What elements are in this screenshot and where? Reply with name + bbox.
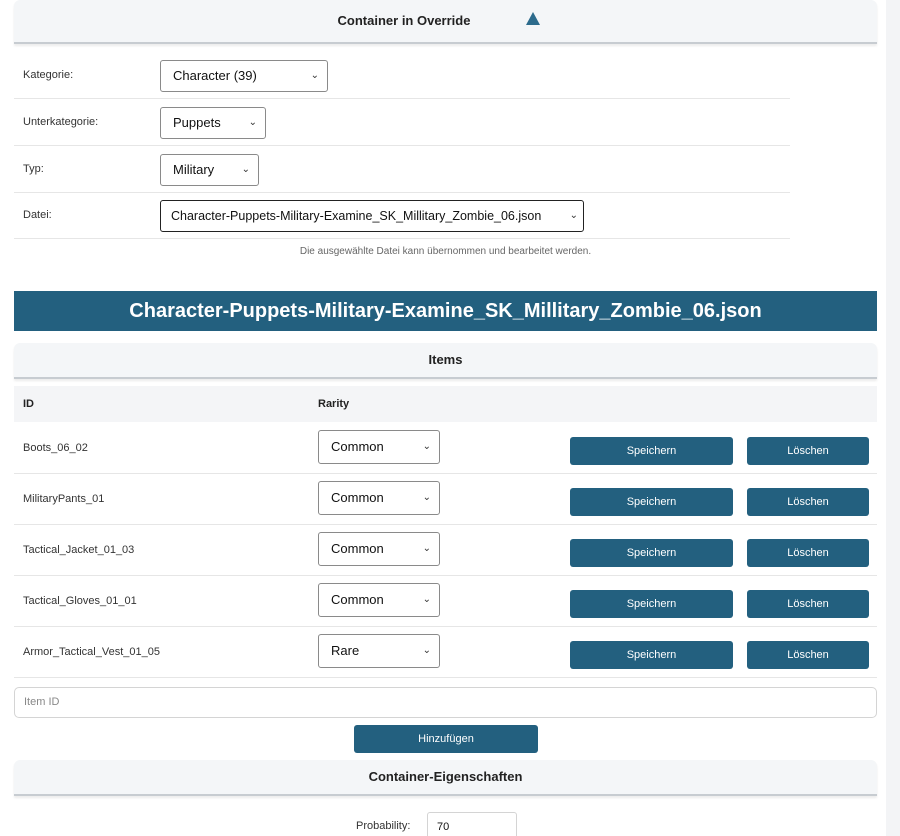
save-button[interactable]: Speichern [570,641,733,669]
chevron-down-icon: ⌄ [310,70,319,81]
table-row: Boots_06_02 Common ⌄ Speichern Löschen [14,422,877,474]
rarity-select[interactable]: Common ⌄ [318,583,440,617]
rarity-select[interactable]: Common ⌄ [318,532,440,566]
chevron-down-icon: ⌄ [422,543,431,554]
save-button[interactable]: Speichern [570,437,733,465]
page: Container in Override Kategorie: Charact… [0,0,886,836]
rarity-select-value: Rare [331,643,360,658]
column-header-rarity: Rarity [318,398,350,410]
type-select-value: Military [173,162,215,177]
delete-button[interactable]: Löschen [747,539,869,567]
items-table-header: ID Rarity [14,386,877,422]
delete-button[interactable]: Löschen [747,437,869,465]
probability-input[interactable]: 70 [427,812,517,836]
rarity-select-value: Common [331,439,384,454]
items-section-title: Items [428,352,463,367]
category-row: Kategorie: Character (39) ⌄ [14,52,790,99]
column-header-id: ID [23,398,34,410]
delete-button[interactable]: Löschen [747,641,869,669]
table-row: Armor_Tactical_Vest_01_05 Rare ⌄ Speiche… [14,626,877,678]
container-section-title: Container in Override [337,13,471,28]
items-section-header: Items [14,343,877,379]
table-row: Tactical_Jacket_01_03 Common ⌄ Speichern… [14,524,877,576]
save-button[interactable]: Speichern [570,539,733,567]
file-hint: Die ausgewählte Datei kann übernommen un… [299,246,592,257]
add-item-button[interactable]: Hinzufügen [354,725,538,753]
subcategory-select[interactable]: Puppets ⌄ [160,107,266,139]
rarity-select-value: Common [331,592,384,607]
delete-button[interactable]: Löschen [747,488,869,516]
file-select-value: Character-Puppets-Military-Examine_SK_Mi… [171,209,542,223]
rarity-select[interactable]: Rare ⌄ [318,634,440,668]
rarity-select-value: Common [331,490,384,505]
chevron-down-icon: ⌄ [422,492,431,503]
chevron-down-icon: ⌄ [422,645,431,656]
item-id-input[interactable]: Item ID [14,687,877,718]
rarity-select[interactable]: Common ⌄ [318,430,440,464]
category-select[interactable]: Character (39) ⌄ [160,60,328,92]
chevron-down-icon: ⌄ [422,594,431,605]
chevron-down-icon: ⌄ [248,117,257,128]
triangle-up-icon[interactable] [526,12,540,25]
file-select[interactable]: Character-Puppets-Military-Examine_SK_Mi… [160,200,584,232]
save-button[interactable]: Speichern [570,590,733,618]
item-id: Armor_Tactical_Vest_01_05 [23,646,160,658]
delete-button[interactable]: Löschen [747,590,869,618]
scrollbar[interactable] [886,0,900,836]
table-row: Tactical_Gloves_01_01 Common ⌄ Speichern… [14,575,877,627]
chevron-down-icon: ⌄ [422,441,431,452]
table-row: MilitaryPants_01 Common ⌄ Speichern Lösc… [14,473,877,525]
subcategory-select-value: Puppets [173,115,221,130]
save-button[interactable]: Speichern [570,488,733,516]
rarity-select[interactable]: Common ⌄ [318,481,440,515]
file-title-banner: Character-Puppets-Military-Examine_SK_Mi… [14,291,877,331]
item-id: Tactical_Gloves_01_01 [23,595,137,607]
chevron-down-icon: ⌄ [241,164,250,175]
file-label: Datei: [23,209,52,221]
file-row: Datei: Character-Puppets-Military-Examin… [14,192,790,239]
type-row: Typ: Military ⌄ [14,146,790,193]
item-id: Boots_06_02 [23,442,88,454]
rarity-select-value: Common [331,541,384,556]
subcategory-row: Unterkategorie: Puppets ⌄ [14,99,790,146]
subcategory-label: Unterkategorie: [23,116,99,128]
category-select-value: Character (39) [173,68,257,83]
properties-section-header: Container-Eigenschaften [14,760,877,796]
chevron-down-icon: ⌄ [569,210,578,221]
item-id: Tactical_Jacket_01_03 [23,544,135,556]
type-label: Typ: [23,163,44,175]
item-id: MilitaryPants_01 [23,493,105,505]
properties-section-title: Container-Eigenschaften [368,769,523,784]
type-select[interactable]: Military ⌄ [160,154,259,186]
container-section-header[interactable]: Container in Override [14,0,877,44]
category-label: Kategorie: [23,69,74,81]
probability-label: Probability: [356,820,411,832]
